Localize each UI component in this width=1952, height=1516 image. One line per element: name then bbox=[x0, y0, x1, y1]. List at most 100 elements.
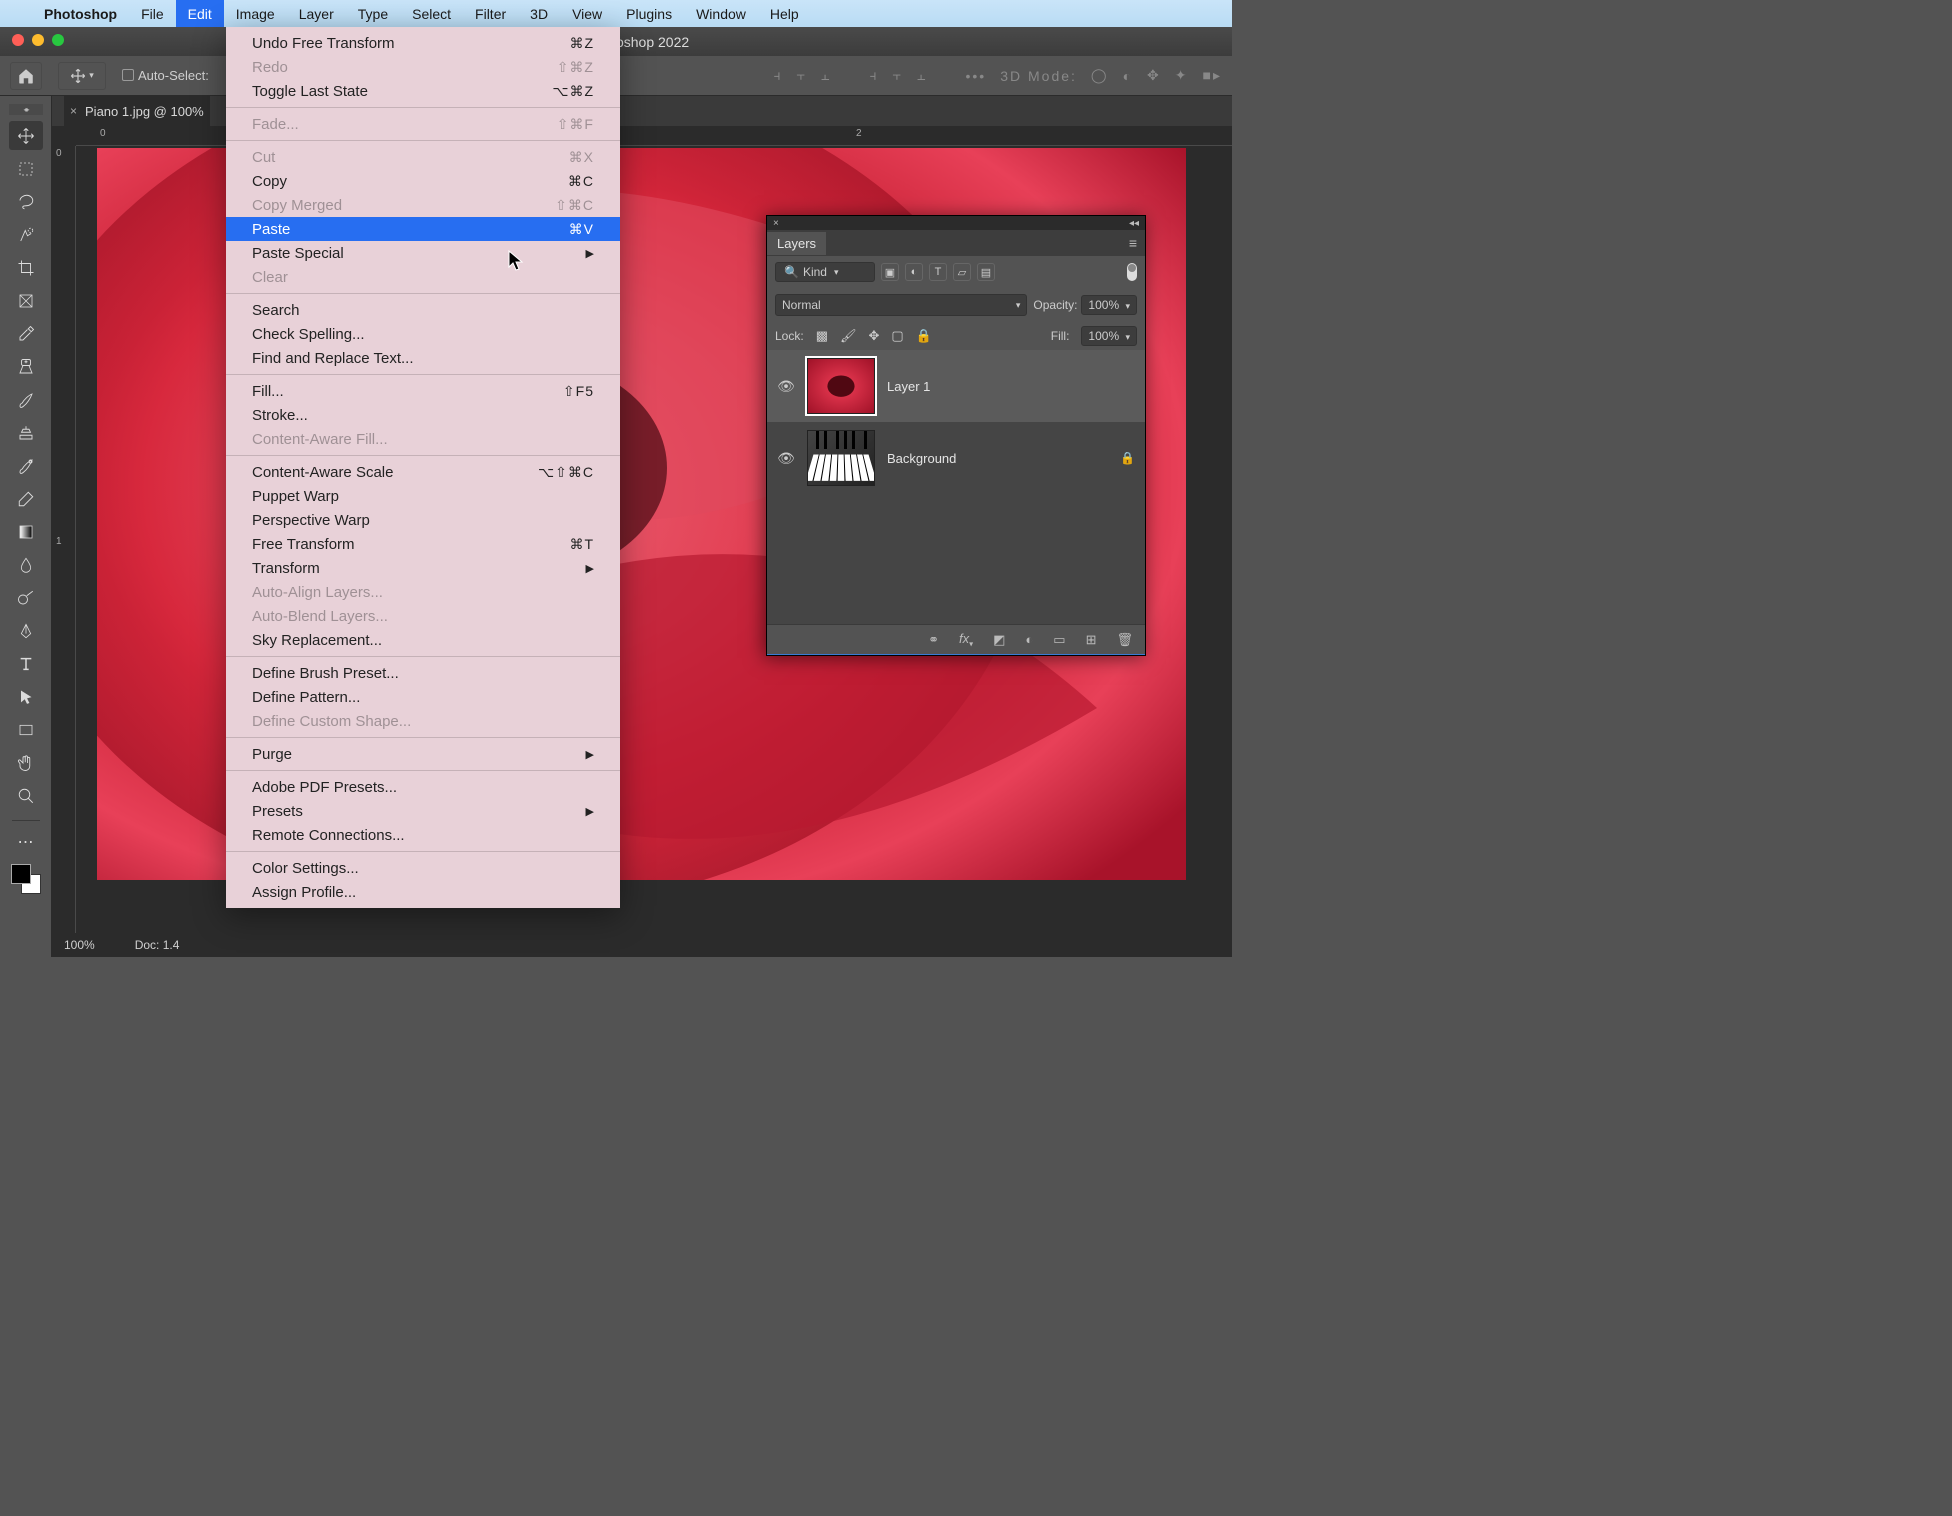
menu-image[interactable]: Image bbox=[224, 0, 287, 27]
edit-toolbar-icon[interactable]: ⋯ bbox=[9, 827, 43, 856]
filter-smart-icon[interactable]: ▤ bbox=[977, 263, 995, 281]
window-zoom-button[interactable] bbox=[52, 34, 64, 46]
menu-item-toggle-last-state[interactable]: Toggle Last State⌥⌘Z bbox=[226, 79, 620, 103]
zoom-level[interactable]: 100% bbox=[64, 938, 95, 952]
layer-fx-icon[interactable]: fx▾ bbox=[959, 631, 973, 649]
color-swatches[interactable] bbox=[11, 864, 41, 894]
3d-roll-icon[interactable]: ◐ bbox=[1123, 68, 1133, 84]
dodge-tool[interactable] bbox=[9, 583, 43, 612]
auto-select-checkbox[interactable]: Auto-Select: bbox=[122, 68, 209, 83]
menu-item-fill[interactable]: Fill...⇧F5 bbox=[226, 379, 620, 403]
layer-name[interactable]: Layer 1 bbox=[887, 379, 1135, 394]
align-left-icon[interactable]: ⫞ bbox=[774, 67, 783, 84]
close-icon[interactable]: × bbox=[773, 218, 779, 229]
filter-shape-icon[interactable]: ▱ bbox=[953, 263, 971, 281]
app-menu[interactable]: Photoshop bbox=[32, 0, 129, 27]
layer-filter-kind[interactable]: 🔍Kind▾ bbox=[775, 262, 875, 282]
clone-stamp-tool[interactable] bbox=[9, 418, 43, 447]
pen-tool[interactable] bbox=[9, 616, 43, 645]
layer-mask-icon[interactable]: ◩ bbox=[993, 632, 1005, 648]
fill-value[interactable]: 100% ▾ bbox=[1081, 326, 1137, 346]
link-layers-icon[interactable]: ⚭ bbox=[928, 632, 939, 648]
history-brush-tool[interactable] bbox=[9, 451, 43, 480]
menu-item-presets[interactable]: Presets▶ bbox=[226, 799, 620, 823]
lock-artboard-icon[interactable]: ▢ bbox=[891, 328, 903, 344]
type-tool[interactable] bbox=[9, 649, 43, 678]
menu-item-content-aware-scale[interactable]: Content-Aware Scale⌥⇧⌘C bbox=[226, 460, 620, 484]
menu-item-define-brush-preset[interactable]: Define Brush Preset... bbox=[226, 661, 620, 685]
layer-item[interactable]: 👁 Layer 1 bbox=[767, 350, 1145, 422]
document-tab-piano[interactable]: × Piano 1.jpg @ 100% bbox=[64, 96, 210, 126]
layers-tab[interactable]: Layers bbox=[767, 232, 826, 255]
lock-pixels-icon[interactable]: 🖌 bbox=[840, 328, 857, 344]
move-tool[interactable] bbox=[9, 121, 43, 150]
3d-pan-icon[interactable]: ✥ bbox=[1147, 67, 1161, 84]
crop-tool[interactable] bbox=[9, 253, 43, 282]
layer-item[interactable]: 👁 Background 🔒 bbox=[767, 422, 1145, 494]
filter-adjust-icon[interactable]: ◐ bbox=[905, 263, 923, 281]
window-close-button[interactable] bbox=[12, 34, 24, 46]
menu-item-stroke[interactable]: Stroke... bbox=[226, 403, 620, 427]
align-bottom-icon[interactable]: ⫠ bbox=[917, 67, 927, 84]
blend-mode-dropdown[interactable]: Normal▾ bbox=[775, 294, 1027, 316]
menu-item-puppet-warp[interactable]: Puppet Warp bbox=[226, 484, 620, 508]
move-tool-indicator[interactable]: ▾ bbox=[58, 62, 106, 90]
ruler-vertical[interactable]: 0 1 bbox=[52, 146, 76, 933]
foreground-color-swatch[interactable] bbox=[11, 864, 31, 884]
menu-item-search[interactable]: Search bbox=[226, 298, 620, 322]
menu-item-assign-profile[interactable]: Assign Profile... bbox=[226, 880, 620, 904]
layer-thumbnail[interactable] bbox=[807, 358, 875, 414]
zoom-tool[interactable] bbox=[9, 781, 43, 810]
adjustment-layer-icon[interactable]: ◐ bbox=[1025, 632, 1033, 647]
lock-position-icon[interactable]: ✥ bbox=[869, 328, 880, 344]
menu-item-free-transform[interactable]: Free Transform⌘T bbox=[226, 532, 620, 556]
filter-toggle-switch[interactable] bbox=[1127, 263, 1137, 281]
menu-item-sky-replacement[interactable]: Sky Replacement... bbox=[226, 628, 620, 652]
menu-item-perspective-warp[interactable]: Perspective Warp bbox=[226, 508, 620, 532]
layer-thumbnail[interactable] bbox=[807, 430, 875, 486]
toolstrip-collapse-icon[interactable]: ◂▸ bbox=[9, 104, 43, 115]
more-options-icon[interactable]: ••• bbox=[965, 68, 986, 84]
collapse-arrows-icon[interactable]: ◂◂ bbox=[1129, 218, 1139, 229]
panel-menu-icon[interactable]: ≡ bbox=[1129, 235, 1137, 251]
align-center-v-icon[interactable]: ⫟ bbox=[893, 67, 903, 84]
menu-item-purge[interactable]: Purge▶ bbox=[226, 742, 620, 766]
menu-type[interactable]: Type bbox=[346, 0, 400, 27]
menu-item-color-settings[interactable]: Color Settings... bbox=[226, 856, 620, 880]
menu-filter[interactable]: Filter bbox=[463, 0, 518, 27]
menu-plugins[interactable]: Plugins bbox=[614, 0, 684, 27]
align-center-h-icon[interactable]: ⫟ bbox=[797, 67, 807, 84]
lock-all-icon[interactable]: 🔒 bbox=[916, 328, 932, 344]
window-minimize-button[interactable] bbox=[32, 34, 44, 46]
eyedropper-tool[interactable] bbox=[9, 319, 43, 348]
menu-file[interactable]: File bbox=[129, 0, 176, 27]
menu-item-paste[interactable]: Paste⌘V bbox=[226, 217, 620, 241]
brush-tool[interactable] bbox=[9, 385, 43, 414]
menu-item-paste-special[interactable]: Paste Special▶ bbox=[226, 241, 620, 265]
rectangle-tool[interactable] bbox=[9, 715, 43, 744]
align-right-icon[interactable]: ⫠ bbox=[821, 67, 831, 84]
menu-item-adobe-pdf-presets[interactable]: Adobe PDF Presets... bbox=[226, 775, 620, 799]
filter-type-icon[interactable]: T bbox=[929, 263, 947, 281]
path-selection-tool[interactable] bbox=[9, 682, 43, 711]
3d-camera-icon[interactable]: ■▸ bbox=[1203, 67, 1222, 84]
delete-layer-icon[interactable]: 🗑 bbox=[1116, 632, 1133, 648]
frame-tool[interactable] bbox=[9, 286, 43, 315]
menu-item-define-pattern[interactable]: Define Pattern... bbox=[226, 685, 620, 709]
menu-item-find-and-replace-text[interactable]: Find and Replace Text... bbox=[226, 346, 620, 370]
eraser-tool[interactable] bbox=[9, 484, 43, 513]
lock-transparency-icon[interactable]: ▩ bbox=[816, 328, 828, 344]
marquee-tool[interactable] bbox=[9, 154, 43, 183]
lasso-tool[interactable] bbox=[9, 187, 43, 216]
quick-selection-tool[interactable] bbox=[9, 220, 43, 249]
menu-item-copy[interactable]: Copy⌘C bbox=[226, 169, 620, 193]
visibility-eye-icon[interactable]: 👁 bbox=[777, 450, 795, 467]
menu-item-remote-connections[interactable]: Remote Connections... bbox=[226, 823, 620, 847]
menu-edit[interactable]: Edit bbox=[176, 0, 224, 27]
blur-tool[interactable] bbox=[9, 550, 43, 579]
layer-name[interactable]: Background bbox=[887, 451, 1108, 466]
menu-select[interactable]: Select bbox=[400, 0, 463, 27]
menu-window[interactable]: Window bbox=[684, 0, 758, 27]
close-icon[interactable]: × bbox=[70, 104, 77, 118]
healing-brush-tool[interactable] bbox=[9, 352, 43, 381]
